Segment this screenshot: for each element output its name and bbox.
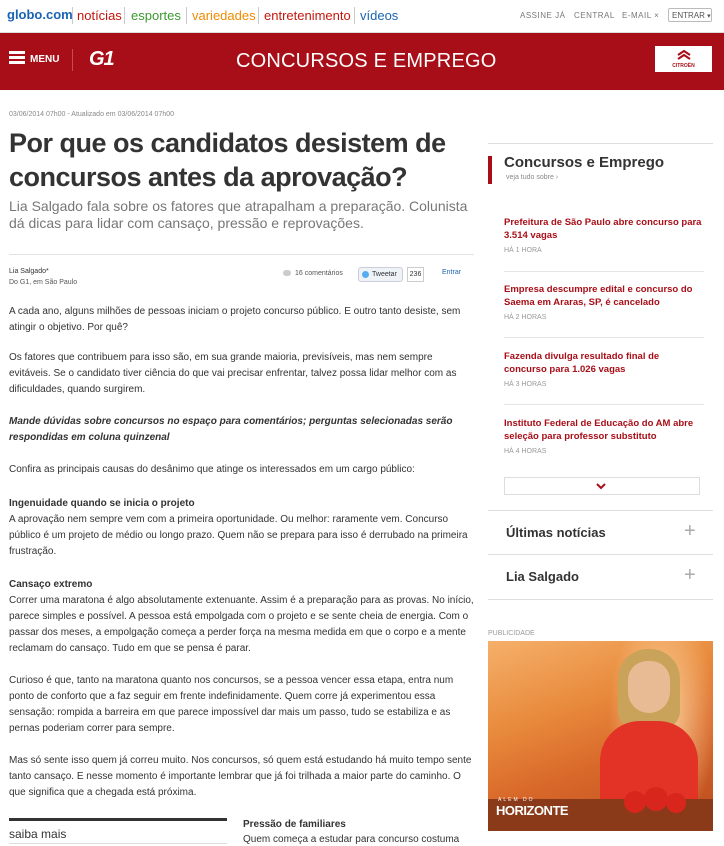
sponsor-name: CITROËN [672, 63, 695, 69]
saiba-mais-box: saiba mais [9, 818, 227, 841]
assine-link[interactable]: ASSINE JÁ [520, 11, 565, 20]
paragraph: A cada ano, alguns milhões de pessoas in… [9, 306, 461, 333]
tweet-button[interactable]: Tweetar [358, 267, 403, 282]
central-link[interactable]: CENTRAL [574, 11, 615, 20]
news-item[interactable]: Fazenda divulga resultado final de concu… [504, 350, 704, 388]
subheading: Cansaço extremo [9, 579, 93, 590]
divider [504, 337, 704, 338]
citroen-chevron-icon [677, 49, 691, 60]
divider [9, 843, 227, 844]
plus-icon: + [684, 564, 696, 586]
ad-fruit [624, 791, 646, 813]
news-time: HÁ 4 HORAS [504, 448, 547, 455]
comments-count: 16 comentários [295, 270, 343, 277]
chevron-down-icon [596, 483, 606, 490]
ad-fruit [644, 787, 668, 811]
paragraph: A aprovação nem sempre vem com a primeir… [9, 514, 468, 557]
divider [258, 7, 259, 24]
nav-noticias[interactable]: notícias [77, 8, 122, 23]
article-subhead: Lia Salgado fala sobre os fatores que at… [9, 198, 468, 231]
advertising-label: PUBLICIDADE [488, 630, 535, 637]
callout-paragraph: Mande dúvidas sobre concursos no espaço … [9, 416, 453, 443]
news-time: HÁ 3 HORAS [504, 381, 547, 388]
author-location: Do G1, em São Paulo [9, 279, 78, 286]
close-icon: × [654, 11, 660, 20]
enter-link[interactable]: Entrar [442, 269, 461, 276]
nav-esportes[interactable]: esportes [131, 8, 181, 23]
globo-topbar: globo.com notícias esportes variedades e… [0, 0, 724, 33]
news-item[interactable]: Prefeitura de São Paulo abre concurso pa… [504, 216, 704, 254]
sidebar-concursos: Concursos e Emprego veja tudo sobre › Pr… [488, 143, 713, 619]
news-title[interactable]: Fazenda divulga resultado final de concu… [504, 350, 704, 376]
section-header: MENU G1 CONCURSOS E EMPREGO CITROËN [0, 33, 724, 90]
ad-banner[interactable]: ALEM DO HORIZONTE [488, 641, 713, 831]
subheading: Pressão de familiares [243, 819, 346, 830]
accordion-label: Lia Salgado [506, 569, 579, 584]
sponsor-logo[interactable]: CITROËN [655, 46, 712, 72]
news-title[interactable]: Prefeitura de São Paulo abre concurso pa… [504, 216, 704, 242]
ad-logo: HORIZONTE [496, 803, 569, 818]
nav-videos[interactable]: vídeos [360, 8, 398, 23]
news-item[interactable]: Empresa descumpre edital e concurso do S… [504, 283, 704, 321]
load-more-button[interactable] [504, 477, 700, 495]
paragraph: Correr uma maratona é algo absolutamente… [9, 595, 474, 654]
email-label: E-MAIL [622, 11, 652, 20]
paragraph: Confira as principais causas do desânimo… [9, 464, 415, 475]
tweet-label: Tweetar [372, 271, 397, 278]
news-title[interactable]: Empresa descumpre edital e concurso do S… [504, 283, 704, 309]
news-item[interactable]: Instituto Federal de Educação do AM abre… [504, 417, 704, 455]
nav-variedades[interactable]: variedades [192, 8, 256, 23]
email-link[interactable]: E-MAIL × [622, 11, 659, 20]
accordion-label: Últimas notícias [506, 525, 606, 540]
paragraph: Quem começa a estudar para concurso cost… [243, 834, 460, 845]
divider [504, 271, 704, 272]
accordion-ultimas-noticias[interactable]: Últimas notícias + [488, 510, 713, 555]
hamburger-icon[interactable] [9, 51, 25, 65]
sidebar-title[interactable]: Concursos e Emprego [504, 154, 664, 171]
divider [186, 7, 187, 24]
paragraph: Curioso é que, tanto na maratona quanto … [9, 675, 454, 734]
subheading: Ingenuidade quando se inicia o projeto [9, 498, 195, 509]
nav-entretenimento[interactable]: entretenimento [264, 8, 351, 23]
chevron-down-icon: ▾ [707, 13, 711, 20]
divider [9, 254, 474, 255]
accent-bar [488, 156, 492, 184]
tweet-count: 236 [407, 267, 424, 282]
divider [124, 7, 125, 24]
saiba-mais-title: saiba mais [9, 827, 67, 841]
paragraph: Mas só sente isso quem já correu muito. … [9, 755, 472, 798]
news-time: HÁ 1 HORA [504, 247, 542, 254]
section-title[interactable]: CONCURSOS E EMPREGO [236, 50, 497, 73]
ad-fruit [666, 793, 686, 813]
menu-button[interactable]: MENU [30, 54, 59, 65]
news-time: HÁ 2 HORAS [504, 314, 547, 321]
divider [354, 7, 355, 24]
g1-logo[interactable]: G1 [89, 48, 115, 71]
login-button[interactable]: ENTRAR ▾ [668, 8, 712, 22]
divider [72, 49, 73, 71]
twitter-icon [362, 271, 369, 278]
ad-figure-face [628, 661, 670, 713]
article-timestamp: 03/06/2014 07h00 - Atualizado em 03/06/2… [9, 111, 175, 118]
article-headline: Por que os candidatos desistem de concur… [9, 128, 446, 192]
login-label: ENTRAR [672, 11, 705, 20]
see-all-link[interactable]: veja tudo sobre › [506, 174, 558, 181]
plus-icon: + [684, 520, 696, 542]
divider [504, 404, 704, 405]
comment-icon [283, 270, 291, 277]
accordion-lia-salgado[interactable]: Lia Salgado + [488, 554, 713, 600]
divider [72, 7, 73, 24]
author-name[interactable]: Lia Salgado* [9, 268, 49, 275]
comments-link[interactable]: 16 comentários [283, 270, 343, 277]
paragraph: Os fatores que contribuem para isso são,… [9, 352, 457, 395]
news-title[interactable]: Instituto Federal de Educação do AM abre… [504, 417, 704, 443]
globo-logo[interactable]: globo.com [7, 7, 73, 22]
